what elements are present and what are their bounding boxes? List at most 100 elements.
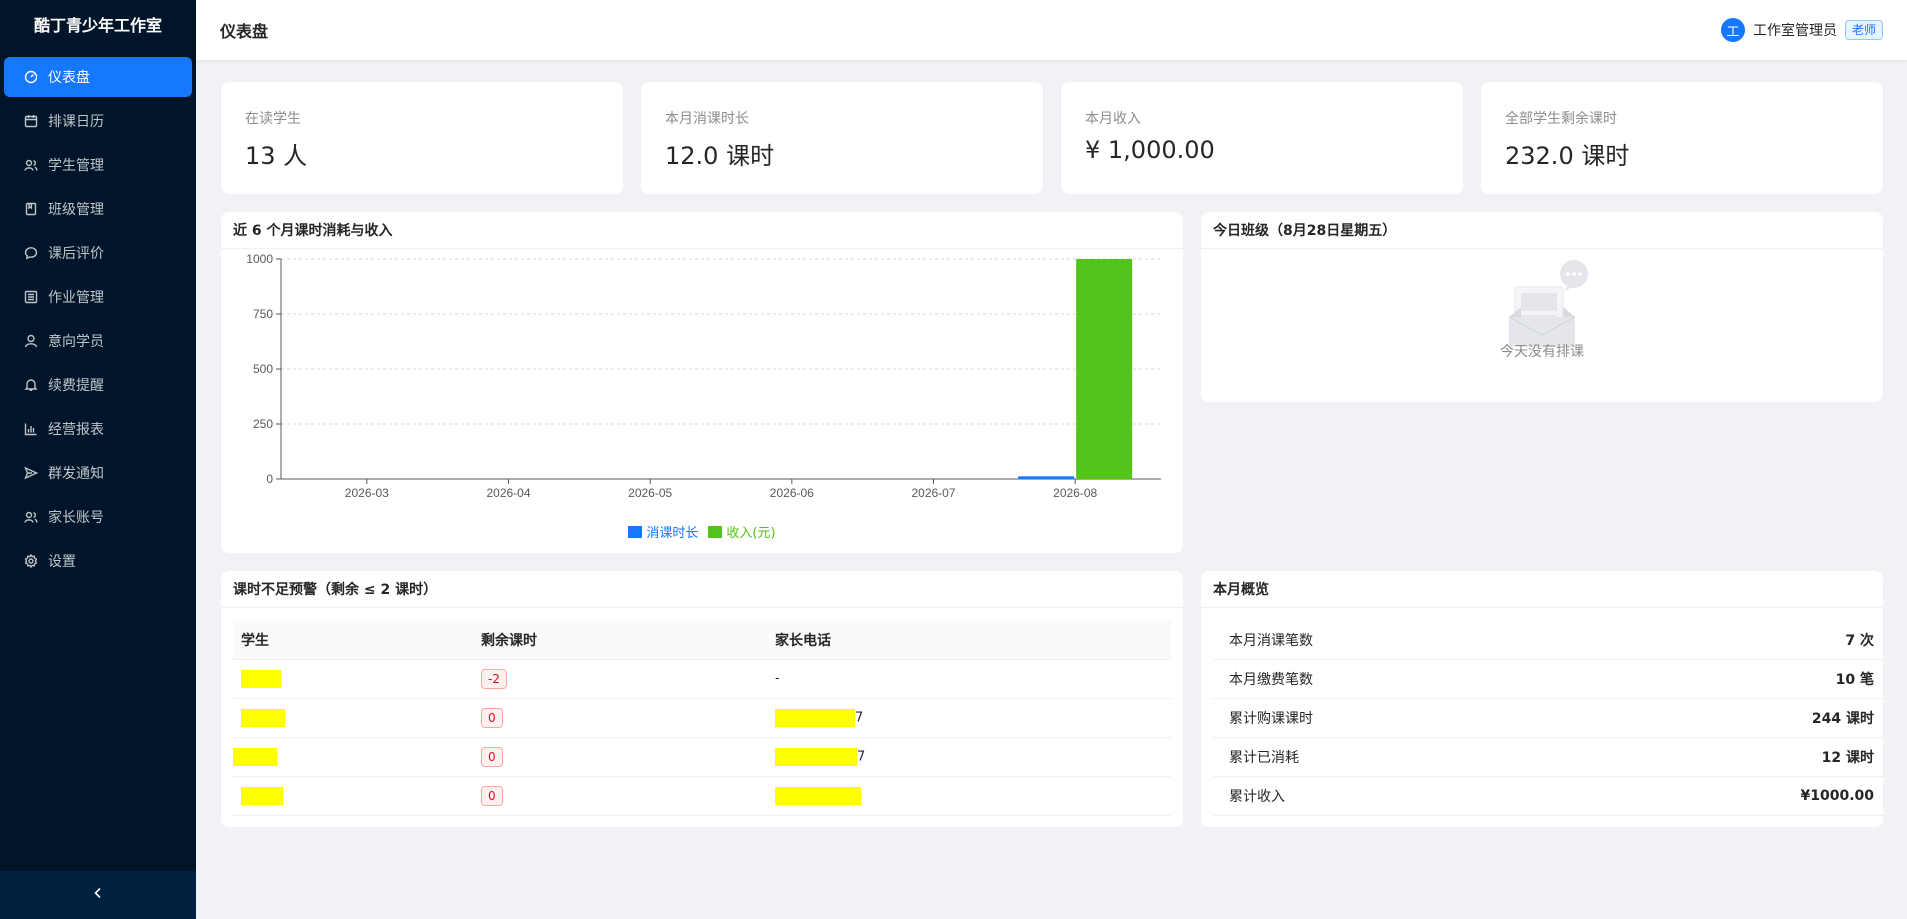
monthly-overview-card: 本月概览 本月消课笔数 7 次 本月缴费笔数 10 笔 累计购课课时 244 课…: [1201, 571, 1890, 827]
top-header: 仪表盘 工 工作室管理员 老师: [196, 0, 1907, 60]
sidebar-item-label: 课后评价: [48, 246, 104, 262]
brand-title: 酷丁青少年工作室: [33, 16, 162, 35]
sidebar-menu: 仪表盘 排课日历 学生管理 班级管理 课后评价 作业管理 意向学员 续费提醒 经…: [0, 57, 196, 581]
warning-table: 学生 剩余课时 家长电话 -2 - 0 7 0 7 0: [233, 621, 1171, 816]
list-item: 本月消课笔数 7 次: [1213, 621, 1890, 660]
stat-value: 232.0 课时: [1505, 142, 1630, 170]
x-tick-label: 2026-07: [911, 486, 955, 500]
gear-icon: [24, 554, 38, 568]
stat-card-monthly-income: 本月收入 ¥ 1,000.00: [1061, 82, 1463, 194]
student-name-cell: [233, 737, 473, 777]
legend-item-income[interactable]: 收入(元): [708, 522, 776, 541]
sidebar-item-dashboard[interactable]: 仪表盘: [4, 57, 192, 97]
legend-item-hours[interactable]: 消课时长: [628, 522, 698, 541]
avatar: 工: [1720, 18, 1745, 42]
sidebar-item-calendar[interactable]: 排课日历: [4, 101, 192, 141]
remaining-tag: -2: [481, 668, 507, 689]
stat-label: 全部学生剩余课时: [1505, 111, 1617, 127]
remaining-cell: -2: [473, 659, 767, 699]
sidebar-item-parents[interactable]: 家长账号: [4, 497, 192, 537]
role-badge: 老师: [1844, 20, 1883, 40]
student-name-cell: [233, 698, 473, 738]
sidebar-item-reports[interactable]: 经营报表: [4, 409, 192, 449]
x-tick-label: 2026-03: [345, 486, 389, 500]
sidebar-item-homework[interactable]: 作业管理: [4, 277, 192, 317]
sidebar-item-label: 群发通知: [48, 466, 104, 482]
sidebar-item-renewal[interactable]: 续费提醒: [4, 365, 192, 405]
x-tick-label: 2026-08: [1053, 486, 1097, 500]
book-icon: [24, 202, 38, 216]
calendar-icon: [24, 114, 38, 128]
bell-icon: [24, 378, 38, 392]
table-row[interactable]: 0 7: [233, 737, 1171, 777]
column-header: 学生: [233, 621, 473, 660]
overview-value: 7 次: [1845, 633, 1874, 649]
phone-suffix: 7: [855, 710, 864, 725]
sidebar-item-settings[interactable]: 设置: [4, 541, 192, 581]
x-tick-label: 2026-05: [628, 486, 672, 500]
stat-card-active-students: 在读学生 13 人: [221, 82, 623, 194]
sidebar: 酷丁青少年工作室 仪表盘 排课日历 学生管理 班级管理 课后评价 作业管理 意向…: [0, 0, 196, 919]
warning-card-title: 课时不足预警（剩余 ≤ 2 课时）: [221, 571, 1183, 608]
user-name: 工作室管理员: [1752, 23, 1837, 39]
dashboard-icon: [24, 70, 38, 84]
chart-card-title: 近 6 个月课时消耗与收入: [221, 212, 1183, 249]
table-row[interactable]: -2 -: [233, 659, 1171, 699]
sidebar-item-label: 学生管理: [48, 158, 104, 174]
x-tick-label: 2026-06: [770, 486, 814, 500]
team-icon: [24, 510, 38, 524]
student-name-cell: [233, 776, 473, 816]
empty-text: 今天没有排课: [1500, 344, 1584, 360]
empty-inbox-icon: [1508, 260, 1588, 347]
remaining-tag: 0: [481, 707, 503, 728]
remaining-cell: 0: [473, 698, 767, 738]
list-icon: [24, 290, 38, 304]
send-icon: [24, 466, 38, 480]
y-tick-label: 0: [266, 472, 273, 486]
sidebar-item-label: 排课日历: [48, 114, 104, 130]
bar: [1018, 476, 1075, 479]
sidebar-item-prospects[interactable]: 意向学员: [4, 321, 192, 361]
table-row[interactable]: 0 7: [233, 698, 1171, 738]
overview-list: 本月消课笔数 7 次 本月缴费笔数 10 笔 累计购课课时 244 课时 累计已…: [1213, 621, 1890, 816]
remaining-tag: 0: [481, 746, 503, 767]
table-row[interactable]: 0: [233, 776, 1171, 816]
stat-card-remaining-hours: 全部学生剩余课时 232.0 课时: [1481, 82, 1883, 194]
overview-value: 10 笔: [1835, 672, 1874, 688]
bar-chart-icon: [24, 422, 38, 436]
overview-label: 本月缴费笔数: [1229, 672, 1313, 688]
sidebar-item-classes[interactable]: 班级管理: [4, 189, 192, 229]
redacted-mark: [775, 786, 861, 805]
stat-card-monthly-hours: 本月消课时长 12.0 课时: [641, 82, 1043, 194]
sidebar-collapse-button[interactable]: [0, 871, 196, 919]
overview-value: 12 课时: [1821, 750, 1874, 766]
low-hours-warning-card: 课时不足预警（剩余 ≤ 2 课时） 学生 剩余课时 家长电话 -2 - 0 7: [221, 571, 1183, 827]
sidebar-item-label: 班级管理: [48, 202, 104, 218]
empty-state: [1201, 249, 1883, 356]
sidebar-item-students[interactable]: 学生管理: [4, 145, 192, 185]
sidebar-item-label: 作业管理: [48, 290, 104, 306]
sidebar-item-evaluation[interactable]: 课后评价: [4, 233, 192, 273]
stat-label: 本月收入: [1085, 111, 1141, 127]
redacted-mark: [241, 669, 281, 688]
legend-label: 收入(元): [726, 526, 776, 541]
overview-label: 本月消课笔数: [1229, 633, 1313, 649]
phone-suffix: 7: [857, 749, 866, 764]
overview-card-title: 本月概览: [1201, 571, 1883, 608]
today-card-title: 今日班级（8月28日星期五）: [1201, 212, 1883, 249]
sidebar-item-label: 仪表盘: [48, 70, 90, 86]
sidebar-item-broadcast[interactable]: 群发通知: [4, 453, 192, 493]
sidebar-item-label: 续费提醒: [48, 378, 104, 394]
list-item: 累计收入 ¥1000.00: [1213, 777, 1890, 816]
sidebar-item-label: 意向学员: [48, 334, 104, 350]
user-menu[interactable]: 工 工作室管理员 老师: [1720, 18, 1883, 42]
remaining-cell: 0: [473, 737, 767, 777]
list-item: 累计已消耗 12 课时: [1213, 738, 1890, 777]
phone-cell: 7: [767, 698, 1171, 738]
remaining-tag: 0: [481, 785, 503, 806]
sidebar-item-label: 家长账号: [48, 510, 104, 526]
stat-label: 本月消课时长: [665, 111, 749, 127]
legend-swatch: [708, 525, 723, 538]
chart-legend: 消课时长 收入(元): [221, 522, 1183, 541]
list-item: 累计购课课时 244 课时: [1213, 699, 1890, 738]
